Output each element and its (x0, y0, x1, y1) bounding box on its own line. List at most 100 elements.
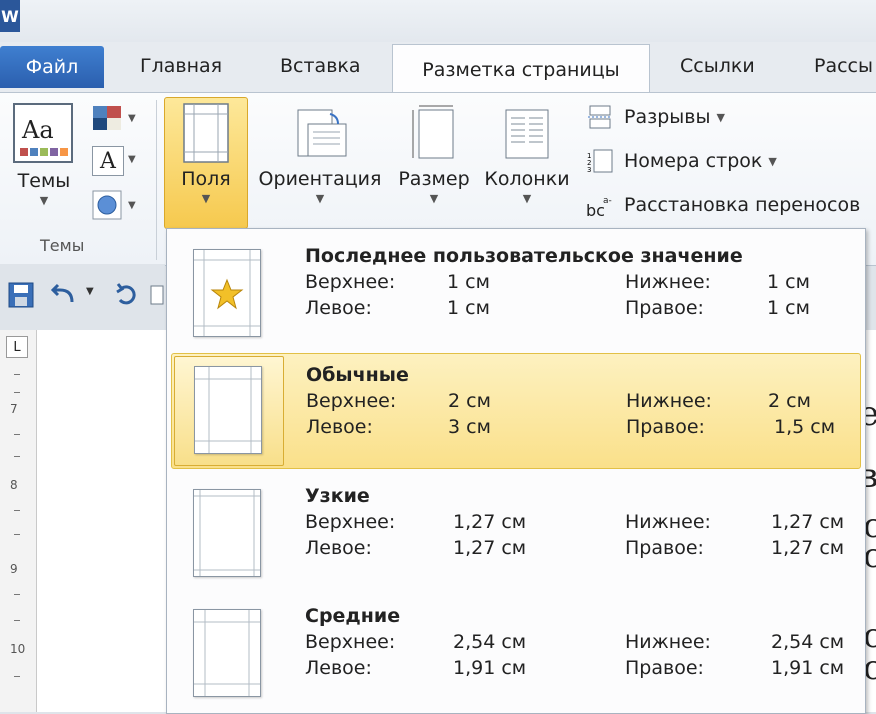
bottom-value: 2 см (768, 390, 811, 412)
svg-text:▼: ▼ (128, 200, 136, 211)
undo-icon[interactable] (48, 282, 78, 308)
preset-title: Узкие (305, 485, 370, 507)
top-label: Верхнее: (305, 271, 396, 293)
margins-button-content: Поля ▼ (164, 102, 248, 205)
left-label: Левое: (305, 657, 372, 679)
svg-text:a-: a- (603, 196, 612, 206)
svg-text:3: 3 (587, 166, 591, 174)
right-label: Правое: (625, 297, 704, 319)
left-value: 1,91 см (453, 657, 527, 679)
left-value: 3 см (448, 416, 491, 438)
theme-effects-button[interactable]: ▼ (92, 190, 138, 220)
chevron-down-icon[interactable]: ▼ (86, 286, 94, 297)
save-icon[interactable] (8, 282, 34, 308)
line-numbers-button[interactable]: 123 Номера строк ▼ (586, 148, 777, 174)
hyphenation-icon: bc a- (586, 196, 612, 218)
size-icon (412, 105, 454, 159)
page-margins-thumbnail (193, 609, 261, 697)
bottom-label: Нижнее: (626, 390, 712, 412)
breaks-button[interactable]: Разрывы ▼ (586, 104, 725, 130)
chevron-down-icon: ▼ (201, 192, 211, 205)
margin-preset-medium[interactable]: Средние Верхнее: 2,54 см Нижнее: 2,54 см… (171, 593, 859, 707)
quick-access-toolbar: ▼ (0, 264, 165, 326)
tab-insert[interactable]: Вставка (280, 42, 361, 90)
size-label: Размер (398, 168, 470, 190)
left-value: 1,27 см (453, 537, 527, 559)
chevron-down-icon: ▼ (429, 192, 439, 205)
page-margins-thumbnail (194, 366, 262, 454)
margins-dropdown: Последнее пользовательское значение Верх… (166, 228, 866, 714)
tab-file[interactable]: Файл (0, 46, 104, 88)
themes-label: Темы (17, 170, 71, 192)
margins-label: Поля (181, 168, 231, 190)
size-button[interactable]: Размер ▼ (396, 104, 472, 205)
line-numbers-label: Номера строк (624, 150, 763, 172)
right-value: 1 см (767, 297, 810, 319)
preset-title: Последнее пользовательское значение (305, 245, 743, 267)
top-value: 1 см (447, 271, 490, 293)
chevron-down-icon: ▼ (39, 194, 49, 207)
chevron-down-icon: ▼ (315, 192, 325, 205)
bottom-value: 1,27 см (771, 511, 845, 533)
preset-title: Средние (305, 605, 401, 627)
columns-icon (505, 109, 549, 159)
print-preview-icon[interactable] (150, 282, 164, 308)
ruler-number: 9 (10, 562, 18, 576)
right-label: Правое: (626, 416, 705, 438)
star-icon (210, 278, 244, 310)
right-value: 1,5 см (774, 416, 836, 438)
top-value: 2,54 см (453, 631, 527, 653)
themes-button[interactable]: Aa Темы ▼ (12, 102, 76, 207)
ruler-number: 7 (10, 402, 18, 416)
redo-icon[interactable] (114, 282, 142, 308)
chevron-down-icon: ▼ (716, 110, 725, 124)
theme-colors-button[interactable]: ▼ (92, 104, 138, 134)
bottom-label: Нижнее: (625, 631, 711, 653)
top-value: 2 см (448, 390, 491, 412)
vertical-ruler: 7 8 9 10 (0, 330, 37, 712)
themes-icon: Aa (13, 103, 73, 163)
margins-icon (183, 103, 229, 163)
chevron-down-icon: ▼ (768, 154, 777, 168)
top-label: Верхнее: (305, 511, 396, 533)
page-margins-thumbnail (193, 249, 261, 337)
hyphenation-button[interactable]: bc a- Расстановка переносов (586, 192, 860, 218)
ruler-number: 10 (10, 642, 26, 656)
margin-preset-last-custom[interactable]: Последнее пользовательское значение Верх… (171, 233, 859, 347)
page-margins-thumbnail (193, 489, 261, 577)
tab-home[interactable]: Главная (140, 42, 222, 90)
columns-button[interactable]: Колонки ▼ (480, 104, 574, 205)
tab-selector-icon[interactable]: L (6, 336, 28, 358)
right-label: Правое: (625, 537, 704, 559)
left-value: 1 см (447, 297, 490, 319)
line-numbers-icon: 123 (587, 149, 613, 174)
tab-references[interactable]: Ссылки (680, 42, 755, 90)
orientation-label: Ориентация (258, 168, 382, 190)
bottom-value: 2,54 см (771, 631, 845, 653)
bottom-label: Нижнее: (625, 511, 711, 533)
right-value: 1,27 см (771, 537, 845, 559)
svg-text:▼: ▼ (128, 113, 136, 124)
right-value: 1,91 см (771, 657, 845, 679)
breaks-label: Разрывы (624, 106, 711, 128)
orientation-icon (297, 109, 347, 157)
chevron-down-icon: ▼ (128, 154, 136, 165)
tab-page-layout[interactable]: Разметка страницы (392, 44, 650, 95)
orientation-button[interactable]: Ориентация ▼ (252, 104, 388, 205)
word-app-icon[interactable]: W (0, 0, 20, 32)
top-value: 1,27 см (453, 511, 527, 533)
columns-label: Колонки (484, 168, 570, 190)
bottom-value: 1 см (767, 271, 810, 293)
preset-title: Обычные (306, 364, 409, 386)
left-label: Левое: (305, 297, 372, 319)
ruler-number: 8 (10, 478, 18, 492)
theme-fonts-button[interactable]: A (92, 146, 124, 176)
tab-mailings[interactable]: Рассы (814, 42, 873, 90)
margin-preset-normal[interactable]: Обычные Верхнее: 2 см Нижнее: 2 см Левое… (171, 353, 861, 469)
svg-text:Aa: Aa (21, 116, 54, 144)
right-label: Правое: (625, 657, 704, 679)
ribbon-tabs: Файл Главная Вставка Разметка страницы С… (0, 42, 876, 95)
title-bar: W (0, 0, 876, 42)
chevron-down-icon: ▼ (522, 192, 532, 205)
margin-preset-narrow[interactable]: Узкие Верхнее: 1,27 см Нижнее: 1,27 см Л… (171, 473, 859, 587)
